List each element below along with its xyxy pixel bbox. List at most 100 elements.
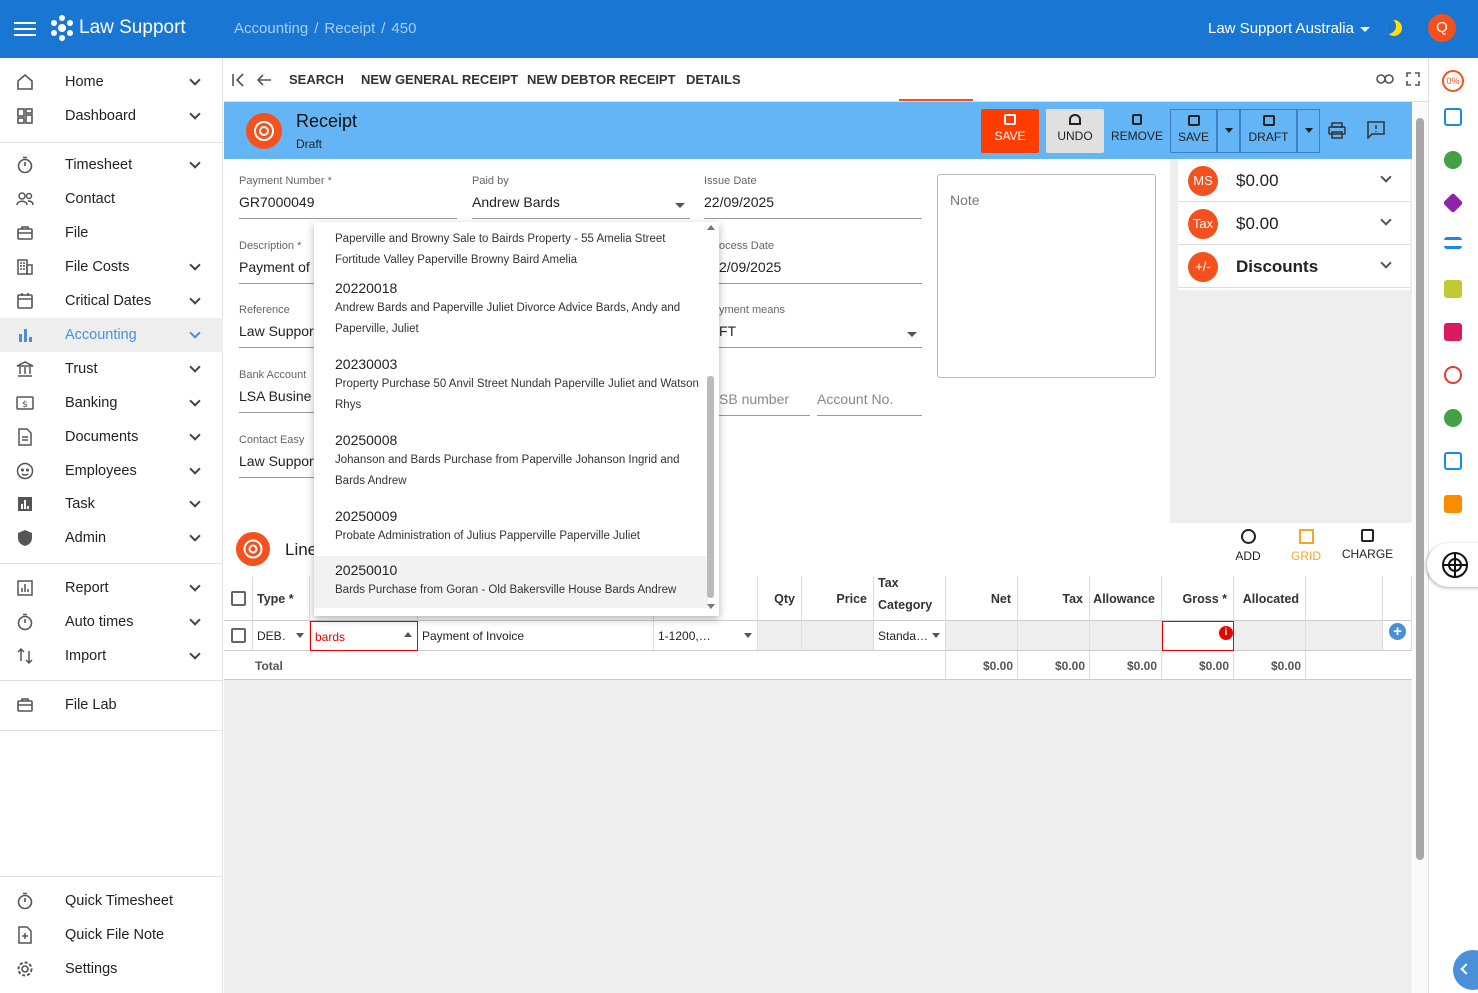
tag-icon[interactable] [1442, 192, 1464, 214]
description-field[interactable]: Description * Payment of [239, 240, 314, 284]
account-cell[interactable]: 1-1200,… [654, 621, 758, 651]
link-icon[interactable] [1376, 72, 1394, 86]
payment-number-field[interactable]: Payment Number * GR7000049 [239, 175, 457, 219]
row-checkbox[interactable] [231, 628, 246, 643]
org-selector[interactable]: Law Support Australia [1208, 20, 1370, 37]
history-icon[interactable] [1444, 366, 1462, 384]
sidebar-item-auto-times[interactable]: Auto times [0, 605, 223, 639]
sidebar-item-settings[interactable]: Settings [0, 952, 223, 986]
list-icon[interactable] [1444, 237, 1462, 249]
col-allowance[interactable]: Allowance [1090, 576, 1162, 621]
sidebar-item-employees[interactable]: Employees [0, 454, 223, 488]
sidebar-item-file[interactable]: File [0, 216, 223, 250]
progress-ring[interactable]: 0% [1442, 70, 1464, 92]
summary-ms-row[interactable]: MS $0.00 [1178, 159, 1410, 202]
sidebar-item-quick-file-note[interactable]: Quick File Note [0, 918, 223, 952]
scrollbar-thumb[interactable] [1416, 118, 1424, 860]
sidebar-item-report[interactable]: Report [0, 571, 223, 605]
file-search-input[interactable]: bards [310, 621, 418, 651]
note-textarea[interactable]: Note [937, 174, 1156, 378]
list-item[interactable]: Paperville and Browny Sale to Bairds Pro… [314, 227, 708, 271]
payment-means-field[interactable]: yment means FT [719, 304, 922, 348]
briefcase-icon[interactable] [1444, 495, 1462, 513]
col-tax-category[interactable]: Tax Category [874, 576, 946, 621]
type-cell[interactable]: DEB… [253, 621, 310, 651]
sidebar-item-dashboard[interactable]: Dashboard [0, 99, 223, 133]
sidebar-item-timesheet[interactable]: Timesheet [0, 148, 223, 182]
price-cell[interactable] [802, 621, 874, 651]
summary-tax-row[interactable]: Tax $0.00 [1178, 202, 1410, 245]
undo-button[interactable]: UNDO [1046, 109, 1104, 153]
breadcrumb-receipt[interactable]: Receipt [324, 20, 375, 37]
bank-account-field[interactable]: Bank Account LSA Busine [239, 369, 314, 413]
sidebar-item-banking[interactable]: $ Banking [0, 386, 223, 420]
chat-icon[interactable] [1444, 323, 1462, 341]
note-icon[interactable] [1444, 280, 1462, 298]
save-menu-button[interactable] [1217, 109, 1240, 153]
breadcrumb-accounting[interactable]: Accounting [234, 20, 308, 37]
sidebar-item-import[interactable]: Import [0, 639, 223, 673]
sidebar-item-critical-dates[interactable]: Critical Dates [0, 284, 223, 318]
col-net[interactable]: Net [946, 576, 1018, 621]
comment-alert-icon[interactable] [1367, 121, 1385, 139]
col-price[interactable]: Price [802, 576, 874, 621]
account-number-field[interactable]: Account No. [817, 384, 922, 416]
col-qty[interactable]: Qty [758, 576, 802, 621]
charge-button[interactable]: CHARGE [1341, 529, 1394, 561]
draft-button[interactable]: DRAFT [1240, 109, 1297, 153]
list-item[interactable]: 20250009 Probate Administration of Julius… [314, 508, 708, 556]
summary-discounts-row[interactable]: +/- Discounts [1178, 245, 1410, 288]
calendar-icon[interactable] [1444, 108, 1462, 126]
save-button[interactable]: SAVE [981, 109, 1039, 153]
back-arrow-icon[interactable] [256, 72, 272, 88]
list-item[interactable]: 20250010 Bards Purchase from Goran - Old … [314, 556, 708, 608]
paid-by-field[interactable]: Paid by Andrew Bards [472, 175, 690, 219]
list-item[interactable]: 20230003 Property Purchase 50 Anvil Stree… [314, 356, 708, 424]
sidebar-item-file-costs[interactable]: File Costs [0, 250, 223, 284]
contact-easy-field[interactable]: Contact Easy Law Suppor [239, 434, 314, 478]
col-tax[interactable]: Tax [1018, 576, 1090, 621]
sidebar-item-quick-timesheet[interactable]: Quick Timesheet [0, 884, 223, 918]
remove-button[interactable]: REMOVE [1109, 109, 1165, 153]
sidebar-item-contact[interactable]: Contact [0, 182, 223, 216]
issue-date-field[interactable]: Issue Date 22/09/2025 [704, 175, 922, 219]
tab-details[interactable]: DETAILS [686, 72, 741, 87]
avatar[interactable]: Q [1428, 14, 1456, 42]
list-item[interactable]: 20220018 Andrew Bards and Paperville Juli… [314, 280, 708, 348]
col-allocated[interactable]: Allocated [1234, 576, 1306, 621]
ai-assistant-button[interactable] [1427, 543, 1478, 587]
sidebar-item-admin[interactable]: Admin [0, 521, 223, 555]
add-line-button[interactable]: ADD [1235, 529, 1261, 563]
select-all-checkbox[interactable] [231, 591, 246, 606]
help-icon[interactable] [1444, 151, 1462, 169]
menu-icon[interactable] [14, 18, 36, 40]
grid-toggle-button[interactable]: GRID [1289, 529, 1323, 563]
sidebar-item-task[interactable]: Task [0, 487, 223, 521]
add-row-icon[interactable]: + [1389, 623, 1406, 640]
first-page-icon[interactable] [231, 73, 245, 87]
scroll-up-icon[interactable] [707, 225, 715, 230]
col-gross[interactable]: Gross * [1162, 576, 1234, 621]
page-scrollbar[interactable] [1413, 102, 1428, 993]
process-date-field[interactable]: ocess Date 2/09/2025 [719, 240, 922, 284]
app-logo[interactable]: Law Support [48, 14, 186, 42]
qty-cell[interactable] [758, 621, 802, 651]
draft-menu-button[interactable] [1297, 109, 1320, 153]
sidebar-item-documents[interactable]: Documents [0, 420, 223, 454]
dark-mode-icon[interactable] [1386, 20, 1402, 36]
collapse-panel-button[interactable] [1453, 950, 1478, 990]
tab-new-general-receipt[interactable]: NEW GENERAL RECEIPT [361, 72, 518, 87]
fullscreen-icon[interactable] [1406, 72, 1420, 86]
sidebar-item-accounting[interactable]: Accounting [0, 318, 223, 352]
col-type[interactable]: Type * [253, 576, 310, 621]
tab-search[interactable]: SEARCH [289, 72, 344, 87]
dropdown-scrollbar[interactable] [707, 376, 714, 598]
sidebar-item-trust[interactable]: Trust [0, 352, 223, 386]
bsb-number-field[interactable]: SB number [719, 384, 810, 416]
tab-new-debtor-receipt[interactable]: NEW DEBTOR RECEIPT [527, 72, 676, 87]
alert-icon[interactable] [1444, 409, 1462, 427]
tax-category-cell[interactable]: Standa… [874, 621, 946, 651]
sidebar-item-file-lab[interactable]: File Lab [0, 688, 223, 722]
description-cell[interactable]: Payment of Invoice [418, 621, 654, 651]
scroll-down-icon[interactable] [707, 604, 715, 609]
